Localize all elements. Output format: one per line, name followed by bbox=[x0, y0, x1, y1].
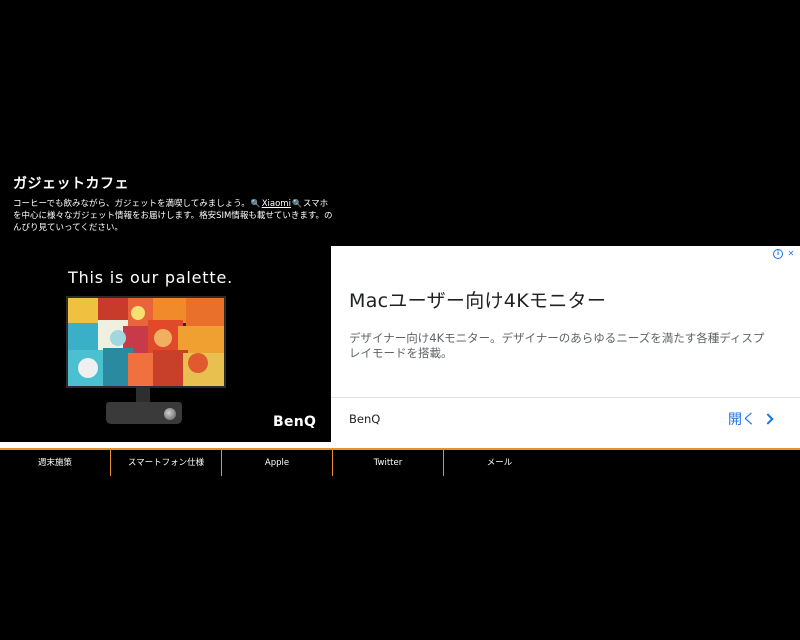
chevron-right-icon bbox=[762, 413, 774, 425]
nav-item-weekend[interactable]: 週末施策 bbox=[0, 450, 111, 476]
site-description: コーヒーでも飲みながら、ガジェットを満喫してみましょう。🔍Xiaomi🔍スマホを… bbox=[13, 198, 333, 234]
nav-item-smartphone-specs[interactable]: スマートフォン仕様 bbox=[111, 450, 222, 476]
nav-item-apple[interactable]: Apple bbox=[222, 450, 333, 476]
benq-logo: BenQ bbox=[273, 414, 317, 430]
ad-choices[interactable]: i ✕ bbox=[773, 249, 796, 259]
search-icon: 🔍 bbox=[250, 199, 261, 208]
ad-tagline: This is our palette. bbox=[68, 268, 233, 287]
ad-open-button[interactable]: 開く bbox=[728, 409, 774, 429]
site-title[interactable]: ガジェットカフェ bbox=[13, 173, 333, 193]
ad-advertiser[interactable]: BenQ bbox=[349, 412, 380, 426]
ad-card[interactable]: i ✕ Macユーザー向け4Kモニター デザイナー向け4Kモニター。デザイナーの… bbox=[331, 246, 800, 442]
nav-item-mail[interactable]: メール bbox=[444, 450, 555, 476]
hotkey-puck bbox=[164, 408, 176, 420]
xiaomi-link[interactable]: Xiaomi bbox=[262, 199, 291, 209]
search-icon-2: 🔍 bbox=[291, 199, 302, 208]
nav-item-twitter[interactable]: Twitter bbox=[333, 450, 444, 476]
ad-headline[interactable]: Macユーザー向け4Kモニター bbox=[349, 286, 606, 313]
site-header: ガジェットカフェ コーヒーでも飲みながら、ガジェットを満喫してみましょう。🔍Xi… bbox=[13, 173, 333, 234]
ad-image[interactable]: This is our palette. BenQ bbox=[0, 246, 331, 442]
page: ガジェットカフェ コーヒーでも飲みながら、ガジェットを満喫してみましょう。🔍Xi… bbox=[0, 0, 800, 640]
advertisement[interactable]: This is our palette. BenQ i ✕ Macユーザー向け4… bbox=[0, 246, 800, 442]
ad-open-label: 開く bbox=[728, 412, 756, 428]
main-nav: 週末施策 スマートフォン仕様 Apple Twitter メール bbox=[0, 450, 800, 476]
site-description-part1: コーヒーでも飲みながら、ガジェットを満喫してみましょう。 bbox=[13, 199, 250, 209]
ad-info-icon[interactable]: i bbox=[773, 249, 783, 259]
ad-close-icon[interactable]: ✕ bbox=[786, 249, 796, 259]
ad-body: デザイナー向け4Kモニター。デザイナーのあらゆるニーズを満たす各種ディスプレイモ… bbox=[349, 331, 765, 360]
monitor-image bbox=[66, 296, 226, 388]
palette-artwork bbox=[68, 298, 224, 386]
ad-divider bbox=[331, 397, 800, 398]
